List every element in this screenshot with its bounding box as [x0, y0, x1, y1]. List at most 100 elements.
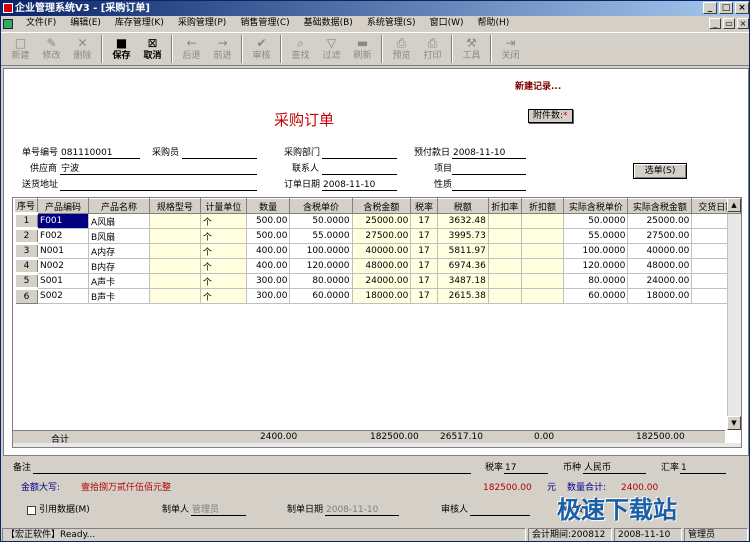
table-cell[interactable]: 300.00 — [246, 273, 291, 289]
table-cell[interactable] — [627, 318, 693, 334]
toolbar-btn-0[interactable]: □ 新建 — [5, 33, 36, 65]
table-cell[interactable]: 25000.00 — [627, 213, 693, 229]
table-row[interactable] — [14, 393, 741, 409]
table-cell[interactable] — [37, 303, 89, 319]
vertical-scrollbar[interactable] — [727, 214, 741, 430]
toolbar-btn-13[interactable]: ⚒ 工具 — [456, 33, 487, 65]
table-cell[interactable] — [149, 393, 201, 409]
table-cell[interactable] — [149, 348, 201, 364]
table-cell[interactable] — [149, 273, 201, 289]
table-cell[interactable] — [563, 303, 629, 319]
table-cell[interactable]: N002 — [37, 258, 89, 274]
table-cell[interactable] — [488, 378, 522, 394]
table-cell[interactable] — [410, 393, 438, 409]
table-cell[interactable]: 40000.00 — [627, 243, 693, 259]
toolbar-btn-7[interactable]: ✔ 审核 — [246, 33, 277, 65]
table-cell[interactable]: N001 — [37, 243, 89, 259]
table-cell[interactable] — [627, 333, 693, 349]
table-cell[interactable] — [563, 318, 629, 334]
order-date-field[interactable]: 2008-11-10 — [322, 180, 397, 191]
table-cell[interactable]: 17 — [410, 228, 438, 244]
table-cell[interactable] — [521, 303, 565, 319]
column-header[interactable]: 含税单价 — [289, 198, 353, 214]
table-cell[interactable] — [563, 333, 629, 349]
table-cell[interactable] — [563, 348, 629, 364]
toolbar-btn-10[interactable]: ▬ 刷新 — [347, 33, 378, 65]
table-row[interactable] — [14, 408, 741, 424]
table-cell[interactable] — [149, 228, 201, 244]
table-row[interactable]: 5 S001 A声卡个 300.00 80.0000 24000.00 17 3487.18 8… — [13, 272, 741, 289]
table-cell[interactable]: 24000.00 — [627, 273, 693, 289]
contact-field[interactable] — [322, 164, 397, 175]
table-cell[interactable] — [37, 363, 89, 379]
table-cell[interactable] — [149, 258, 201, 274]
table-cell[interactable] — [627, 378, 693, 394]
table-cell[interactable]: 3995.73 — [437, 228, 489, 244]
table-cell[interactable]: 50.0000 — [563, 213, 629, 229]
table-cell[interactable] — [521, 393, 565, 409]
column-header[interactable]: 折扣率 — [487, 198, 522, 214]
toolbar-btn-3[interactable]: ■ 保存 — [106, 33, 137, 65]
table-cell[interactable] — [200, 348, 247, 364]
table-cell[interactable] — [488, 393, 522, 409]
table-cell[interactable]: 3487.18 — [437, 273, 489, 289]
table-cell[interactable]: B内存 — [88, 258, 150, 274]
table-cell[interactable]: 500.00 — [246, 228, 291, 244]
column-header[interactable]: 规格型号 — [148, 198, 201, 214]
table-cell[interactable]: S002 — [37, 288, 89, 304]
table-cell[interactable] — [488, 288, 522, 304]
menu-window[interactable]: 窗口(W) — [423, 16, 471, 31]
table-cell[interactable]: 400.00 — [246, 258, 291, 274]
table-cell[interactable]: 27500.00 — [352, 228, 412, 244]
table-cell[interactable] — [200, 318, 247, 334]
table-cell[interactable] — [437, 378, 489, 394]
table-cell[interactable] — [149, 213, 201, 229]
table-cell[interactable] — [437, 303, 489, 319]
table-cell[interactable] — [437, 318, 489, 334]
table-cell[interactable] — [289, 333, 353, 349]
table-cell[interactable] — [352, 318, 412, 334]
table-cell[interactable]: 17 — [410, 258, 438, 274]
table-cell[interactable] — [37, 393, 89, 409]
table-cell[interactable] — [352, 303, 412, 319]
table-cell[interactable] — [521, 243, 565, 259]
menu-edit[interactable]: 编辑(E) — [63, 16, 108, 31]
table-cell[interactable] — [627, 363, 693, 379]
menu-sales[interactable]: 销售管理(C) — [233, 16, 296, 31]
table-cell[interactable]: 17 — [410, 213, 438, 229]
table-cell[interactable] — [563, 408, 629, 424]
table-cell[interactable]: A风扇 — [88, 213, 150, 229]
table-cell[interactable] — [563, 363, 629, 379]
table-cell[interactable]: A内存 — [88, 243, 150, 259]
table-cell[interactable] — [521, 333, 565, 349]
toolbar-btn-14[interactable]: ⇥ 关闭 — [495, 33, 526, 65]
table-cell[interactable] — [352, 363, 412, 379]
table-cell[interactable] — [521, 273, 565, 289]
table-cell[interactable] — [521, 378, 565, 394]
table-row[interactable]: 3 N001 A内存个 400.00 100.0000 40000.00 17 5811.97… — [13, 242, 741, 259]
attachments-button[interactable]: 附件数:* — [528, 109, 573, 123]
table-cell[interactable]: 55.0000 — [289, 228, 353, 244]
table-cell[interactable] — [88, 393, 150, 409]
table-cell[interactable] — [246, 363, 291, 379]
table-cell[interactable]: 400.00 — [246, 243, 291, 259]
dept-field[interactable] — [322, 148, 397, 159]
table-cell[interactable] — [563, 393, 629, 409]
horizontal-scrollbar[interactable] — [13, 443, 741, 447]
menu-file[interactable]: 文件(F) — [19, 16, 63, 31]
table-cell[interactable] — [149, 303, 201, 319]
table-cell[interactable]: F001 — [37, 213, 89, 229]
table-cell[interactable] — [488, 228, 522, 244]
table-cell[interactable] — [289, 348, 353, 364]
project-field[interactable] — [452, 164, 526, 175]
table-cell[interactable] — [410, 333, 438, 349]
table-cell[interactable]: 2615.38 — [437, 288, 489, 304]
table-cell[interactable] — [437, 393, 489, 409]
order-lines-grid[interactable]: 序号 产品编码 产品名称 规格型号 计量单位 数量 含税单价 含税金额 税率 税额 折扣率 折扣额 实际… — [12, 197, 742, 448]
table-cell[interactable] — [521, 258, 565, 274]
table-row[interactable] — [14, 303, 741, 319]
table-cell[interactable]: 个 — [200, 213, 247, 229]
table-cell[interactable] — [37, 333, 89, 349]
table-cell[interactable]: 18000.00 — [352, 288, 412, 304]
table-row[interactable]: 4 N002 B内存个 400.00 120.0000 48000.00 17 6974.36… — [13, 257, 741, 274]
